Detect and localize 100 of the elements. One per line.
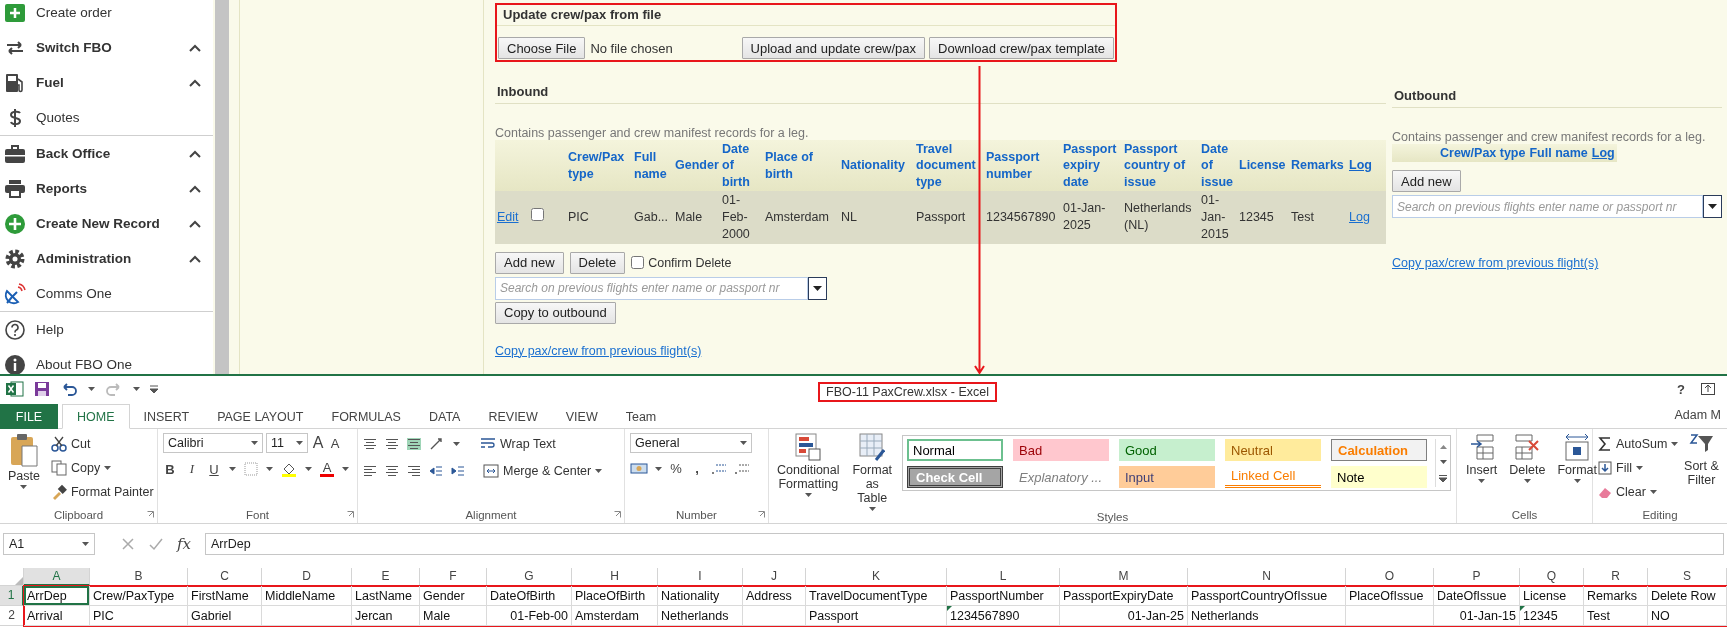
- copy-link[interactable]: Copy pax/crew from previous flight(s): [495, 343, 702, 358]
- column-header[interactable]: J: [743, 568, 806, 586]
- ribbon-tab[interactable]: FILE: [0, 404, 58, 429]
- column-header[interactable]: K: [806, 568, 947, 586]
- column-header[interactable]: F: [420, 568, 487, 586]
- sidebar-item[interactable]: Help: [0, 312, 213, 347]
- name-box[interactable]: A1: [3, 533, 95, 555]
- column-header[interactable]: P: [1434, 568, 1520, 586]
- column-header[interactable]: N: [1188, 568, 1346, 586]
- column-header[interactable]: I: [658, 568, 743, 586]
- search-field[interactable]: Search on previous flights enter name or passport nr: [495, 276, 808, 300]
- fuel-pump-icon: [5, 72, 25, 93]
- scrollbar[interactable]: [215, 0, 229, 374]
- copy-button[interactable]: Copy: [48, 457, 156, 478]
- log-link[interactable]: Log: [1349, 209, 1370, 224]
- cell-style[interactable]: Normal: [907, 439, 1003, 461]
- row-checkbox[interactable]: [531, 208, 544, 222]
- delete-button[interactable]: Delete: [569, 251, 626, 274]
- log-link[interactable]: Log: [1591, 146, 1615, 160]
- sidebar-item[interactable]: Back Office: [0, 136, 213, 171]
- column-header[interactable]: G: [487, 568, 572, 586]
- format-painter-button[interactable]: Format Painter: [48, 481, 156, 502]
- help-button[interactable]: ?: [1677, 381, 1685, 397]
- column-header[interactable]: O: [1346, 568, 1434, 586]
- ribbon-tab[interactable]: PAGE LAYOUT: [203, 404, 318, 429]
- ribbon-tab[interactable]: HOME: [62, 404, 130, 429]
- ribbon-tab[interactable]: VIEW: [551, 404, 612, 429]
- cell-style[interactable]: Bad: [1013, 439, 1109, 461]
- cut-button[interactable]: Cut: [48, 433, 156, 454]
- sidebar-item[interactable]: Create order: [0, 0, 213, 30]
- cell-style[interactable]: Input: [1119, 466, 1215, 488]
- search-field[interactable]: Search on previous flights enter name or passport nr: [1392, 195, 1704, 219]
- grow-font-button[interactable]: A: [311, 434, 325, 452]
- column-header[interactable]: A: [24, 568, 90, 586]
- format-as-table-button[interactable]: Format as Table: [848, 433, 896, 511]
- ribbon-tab[interactable]: DATA: [414, 404, 475, 429]
- action-button[interactable]: Download crew/pax template: [929, 37, 1114, 59]
- merge-center-button[interactable]: Merge & Center: [481, 460, 605, 481]
- increase-decimal-icon: [711, 461, 727, 476]
- wrap-text-button[interactable]: Wrap Text: [478, 433, 558, 454]
- column-header[interactable]: D: [262, 568, 352, 586]
- ribbon-tab[interactable]: FORMULAS: [317, 404, 415, 429]
- dropdown-button[interactable]: [808, 276, 827, 300]
- sidebar-item[interactable]: Comms One: [0, 276, 213, 311]
- cell-style[interactable]: Neutral: [1225, 439, 1321, 461]
- column-header[interactable]: Q: [1520, 568, 1584, 586]
- font-color-button[interactable]: A: [320, 461, 334, 477]
- formula-input[interactable]: ArrDep: [205, 533, 1724, 555]
- sidebar-item[interactable]: Fuel: [0, 65, 213, 100]
- cell-style[interactable]: Note: [1331, 466, 1427, 488]
- column-header[interactable]: C: [188, 568, 262, 586]
- sidebar-item[interactable]: Create New Record: [0, 206, 213, 241]
- ribbon-tab[interactable]: INSERT: [129, 404, 204, 429]
- row-header[interactable]: 2: [0, 606, 24, 626]
- undo-icon: [60, 382, 78, 396]
- cells-button[interactable]: Delete: [1506, 433, 1549, 506]
- sidebar-item[interactable]: Quotes: [0, 100, 213, 135]
- column-header[interactable]: B: [90, 568, 188, 586]
- cell-style[interactable]: Good: [1119, 439, 1215, 461]
- sigma-icon: [1598, 436, 1612, 451]
- table-cell: Amsterdam: [763, 191, 839, 244]
- sidebar-item[interactable]: Reports: [0, 171, 213, 206]
- confirm-checkbox[interactable]: [631, 256, 645, 270]
- number-format-dropdown[interactable]: General: [630, 433, 752, 453]
- sidebar-item[interactable]: About FBO One: [0, 347, 213, 374]
- underline-button[interactable]: U: [207, 461, 221, 477]
- font-size-dropdown[interactable]: 11: [266, 433, 308, 453]
- log-link[interactable]: Log: [1349, 158, 1372, 173]
- percent-button[interactable]: %: [669, 461, 683, 476]
- column-header[interactable]: L: [947, 568, 1060, 586]
- sort-filter-button[interactable]: Sort & Filter: [1680, 433, 1723, 506]
- column-header[interactable]: R: [1584, 568, 1648, 586]
- paste-button[interactable]: Paste: [5, 433, 43, 506]
- column-header[interactable]: S: [1648, 568, 1727, 586]
- add-new-button[interactable]: Add new: [495, 251, 564, 274]
- column-header[interactable]: H: [572, 568, 658, 586]
- insert-function-button[interactable]: fx: [177, 535, 191, 553]
- ribbon-tab[interactable]: Team: [611, 404, 671, 429]
- shrink-font-button[interactable]: A: [328, 435, 342, 451]
- bold-button[interactable]: B: [163, 461, 177, 477]
- row-header[interactable]: 1: [0, 586, 24, 606]
- conditional-formatting-button[interactable]: Conditional Formatting: [774, 433, 843, 511]
- sidebar-item[interactable]: Switch FBO: [0, 30, 213, 65]
- italic-button[interactable]: I: [185, 461, 199, 477]
- edit-link[interactable]: Edit: [497, 209, 519, 224]
- ribbon-tab[interactable]: REVIEW: [474, 404, 552, 429]
- copy-link[interactable]: Copy pax/crew from previous flight(s): [1392, 256, 1599, 271]
- column-header[interactable]: E: [352, 568, 420, 586]
- add-new-button[interactable]: Add new: [1392, 170, 1461, 193]
- choose-file-button[interactable]: Choose File: [498, 37, 586, 59]
- conditional-formatting-icon: [795, 433, 822, 461]
- font-name-dropdown[interactable]: Calibri: [163, 433, 263, 453]
- action-button[interactable]: Upload and update crew/pax: [741, 37, 926, 59]
- comma-button[interactable]: ,: [690, 461, 704, 476]
- sidebar-item[interactable]: Administration: [0, 241, 213, 276]
- column-header[interactable]: M: [1060, 568, 1188, 586]
- copy-button[interactable]: Copy to outbound: [495, 301, 616, 324]
- description-text: Contains passenger and crew manifest records for a leg.: [1392, 130, 1707, 144]
- cells-button[interactable]: Insert: [1463, 433, 1501, 506]
- dropdown-button[interactable]: [1703, 195, 1722, 219]
